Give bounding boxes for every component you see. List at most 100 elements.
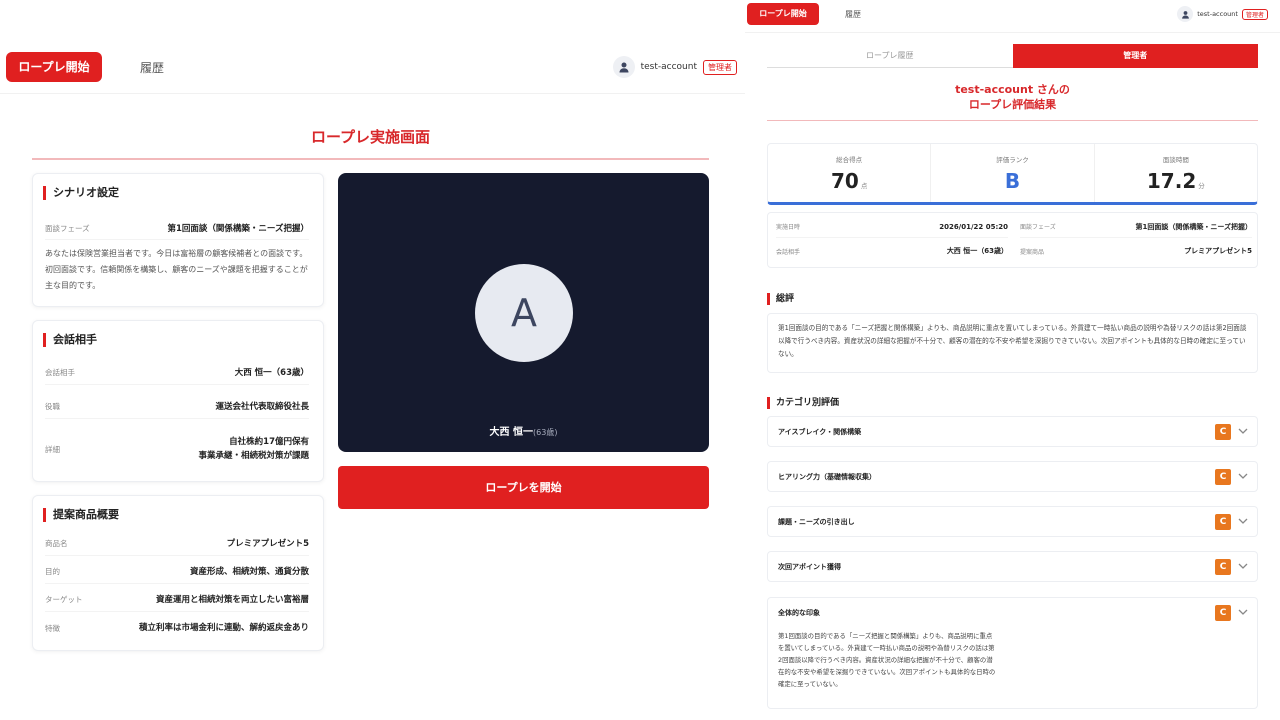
start-roleplay-nav-button[interactable]: ロープレ開始 bbox=[747, 3, 819, 25]
total-score-cell: 総合得点 70 点 bbox=[768, 144, 932, 202]
grade-badge: C bbox=[1215, 424, 1231, 440]
result-title: test-account さんの ロープレ評価結果 bbox=[767, 82, 1258, 112]
category-label: 全体的な印象 bbox=[778, 609, 820, 617]
product-row-value: プレミアプレゼント5 bbox=[226, 538, 309, 549]
rank-value: B bbox=[1004, 169, 1021, 193]
score-label: 総合得点 bbox=[836, 156, 863, 164]
meta-value: プレミアプレゼント5 bbox=[1184, 247, 1252, 255]
result-title-user: test-account さんの bbox=[955, 83, 1070, 96]
result-tabs: ロープレ履歴 管理者 bbox=[767, 44, 1258, 68]
meta-label: 提案商品 bbox=[1020, 248, 1045, 256]
user-menu[interactable]: test-account 管理者 bbox=[1177, 6, 1268, 22]
category-label: 課題・ニーズの引き出し bbox=[778, 518, 855, 526]
grade-badge: C bbox=[1215, 559, 1231, 575]
grade-badge: C bbox=[1215, 605, 1231, 621]
category-accordion-item[interactable]: 次回アポイント獲得 C bbox=[767, 551, 1258, 582]
product-row-label: 目的 bbox=[45, 567, 60, 576]
title-divider bbox=[767, 120, 1258, 121]
user-menu[interactable]: test-account 管理者 bbox=[612, 56, 737, 78]
chevron-down-icon[interactable] bbox=[1237, 515, 1249, 527]
score-summary: 総合得点 70 点 評価ランク B 面談時間 17.2 分 bbox=[767, 143, 1258, 205]
phase-row: 面談フェーズ 第1回面談（関係構築・ニーズ把握） bbox=[45, 218, 309, 240]
user-icon bbox=[1177, 6, 1194, 22]
history-nav-link[interactable]: 履歴 bbox=[140, 59, 164, 76]
top-nav: ロープレ開始 履歴 test-account 管理者 bbox=[745, 0, 1280, 33]
partner-row-label: 詳細 bbox=[45, 444, 60, 454]
meta-label: 実施日時 bbox=[776, 224, 801, 231]
meta-row: 面談フェーズ 第1回面談（関係構築・ニーズ把握） bbox=[1020, 216, 1252, 238]
partner-age: (63歳) bbox=[533, 428, 558, 437]
phase-value: 第1回面談（関係構築・ニーズ把握） bbox=[167, 223, 310, 234]
duration-cell: 面談時間 17.2 分 bbox=[1095, 144, 1257, 202]
meta-row: 会話相手 大西 恒一（63歳） bbox=[776, 240, 1008, 262]
scenario-card: シナリオ設定 面談フェーズ 第1回面談（関係構築・ニーズ把握） あなたは保険営業… bbox=[32, 173, 324, 307]
rank-label: 評価ランク bbox=[996, 156, 1029, 164]
chevron-down-icon[interactable] bbox=[1237, 470, 1249, 482]
username: test-account bbox=[1197, 10, 1238, 18]
duration-unit: 分 bbox=[1198, 182, 1205, 190]
product-row: ターゲット 資産運用と相続対策を両立したい富裕層 bbox=[45, 588, 309, 612]
duration-label: 面談時間 bbox=[1162, 156, 1189, 164]
partner-row-value: 運送会社代表取締役社長 bbox=[215, 401, 309, 412]
category-label: 次回アポイント獲得 bbox=[778, 563, 841, 571]
category-heading: カテゴリ別評価 bbox=[767, 397, 839, 409]
meta-value: 大西 恒一（63歳） bbox=[946, 247, 1008, 255]
chevron-down-icon[interactable] bbox=[1237, 560, 1249, 572]
product-row-label: 特徴 bbox=[45, 623, 60, 633]
product-row: 商品名 プレミアプレゼント5 bbox=[45, 532, 309, 556]
summary-heading: 総評 bbox=[767, 293, 794, 305]
partner-heading: 会話相手 bbox=[43, 333, 97, 347]
user-icon bbox=[612, 56, 635, 78]
product-row-value: 積立利率は市場金利に連動、解約返戻金あり bbox=[138, 623, 309, 633]
start-roleplay-button[interactable]: ロープレを開始 bbox=[338, 466, 709, 509]
product-heading: 提案商品概要 bbox=[43, 508, 119, 522]
tab-admin[interactable]: 管理者 bbox=[1012, 44, 1258, 68]
partner-name-caption: 大西 恒一(63歳) bbox=[338, 423, 709, 438]
category-accordion-item-expanded[interactable]: 全体的な印象 C 第1回面談の目的である「ニーズ把握と関係構築」よりも、商品説明… bbox=[767, 597, 1258, 709]
product-row: 目的 資産形成、相続対策、通貨分散 bbox=[45, 560, 309, 584]
partner-row-value: 自社株約17億円保有 事業承継・相続税対策が課題 bbox=[198, 437, 309, 461]
score-unit: 点 bbox=[860, 182, 868, 190]
product-row-label: ターゲット bbox=[45, 595, 83, 604]
partner-name: 大西 恒一 bbox=[489, 427, 534, 438]
category-label: アイスブレイク・関係構築 bbox=[778, 428, 862, 436]
chevron-down-icon[interactable] bbox=[1237, 606, 1249, 618]
page-title: ロープレ実施画面 bbox=[310, 128, 431, 146]
chevron-down-icon[interactable] bbox=[1237, 425, 1249, 437]
summary-box: 第1回面談の目的である「ニーズ把握と関係構築」よりも、商品説明に重点を置いてしま… bbox=[767, 313, 1258, 373]
product-card: 提案商品概要 商品名 プレミアプレゼント5 目的 資産形成、相続対策、通貨分散 … bbox=[32, 495, 324, 651]
meta-value: 2026/01/22 05:20 bbox=[939, 222, 1008, 231]
product-row-value: 資産運用と相続対策を両立したい富裕層 bbox=[155, 594, 309, 605]
meta-label: 会話相手 bbox=[776, 248, 801, 256]
category-accordion-item[interactable]: ヒアリング力（基礎情報収集） C bbox=[767, 461, 1258, 492]
scenario-description: あなたは保険営業担当者です。今日は富裕層の顧客候補者との面談です。初回面談です。… bbox=[45, 249, 308, 290]
category-accordion-item[interactable]: アイスブレイク・関係構築 C bbox=[767, 416, 1258, 447]
meta-row: 実施日時 2026/01/22 05:20 bbox=[776, 216, 1008, 238]
result-title-main: ロープレ評価結果 bbox=[968, 98, 1057, 111]
meta-value: 第1回面談（関係構築・ニーズ把握） bbox=[1135, 222, 1252, 231]
partner-row-label: 会話相手 bbox=[45, 368, 75, 377]
total-score-value: 70 bbox=[830, 169, 859, 193]
session-meta: 実施日時 2026/01/22 05:20 面談フェーズ 第1回面談（関係構築・… bbox=[767, 212, 1258, 268]
roleplay-screen: ロープレ開始 履歴 test-account 管理者 ロープレ実施画面 シナリオ… bbox=[0, 0, 745, 720]
grade-badge: C bbox=[1215, 469, 1231, 485]
partner-row: 役職 運送会社代表取締役社長 bbox=[45, 395, 309, 419]
scenario-heading: シナリオ設定 bbox=[43, 186, 119, 200]
admin-badge: 管理者 bbox=[1241, 8, 1268, 20]
rank-cell: 評価ランク B bbox=[931, 144, 1095, 202]
avatar-video-panel: A 大西 恒一(63歳) bbox=[338, 173, 709, 452]
tab-roleplay-history[interactable]: ロープレ履歴 bbox=[767, 44, 1013, 68]
product-row-value: 資産形成、相続対策、通貨分散 bbox=[189, 566, 309, 577]
partner-row-label: 役職 bbox=[45, 402, 60, 411]
partner-avatar: A bbox=[475, 264, 573, 362]
partner-card: 会話相手 会話相手 大西 恒一（63歳） 役職 運送会社代表取締役社長 詳細 自… bbox=[32, 320, 324, 482]
meta-label: 面談フェーズ bbox=[1020, 224, 1056, 231]
product-row: 特徴 積立利率は市場金利に連動、解約返戻金あり bbox=[45, 616, 309, 640]
category-accordion-item[interactable]: 課題・ニーズの引き出し C bbox=[767, 506, 1258, 537]
title-divider bbox=[32, 158, 709, 160]
meta-row: 提案商品 プレミアプレゼント5 bbox=[1020, 240, 1252, 262]
username: test-account bbox=[640, 62, 697, 72]
history-nav-link[interactable]: 履歴 bbox=[845, 9, 861, 20]
start-roleplay-nav-button[interactable]: ロープレ開始 bbox=[6, 52, 102, 82]
product-row-label: 商品名 bbox=[45, 539, 68, 548]
